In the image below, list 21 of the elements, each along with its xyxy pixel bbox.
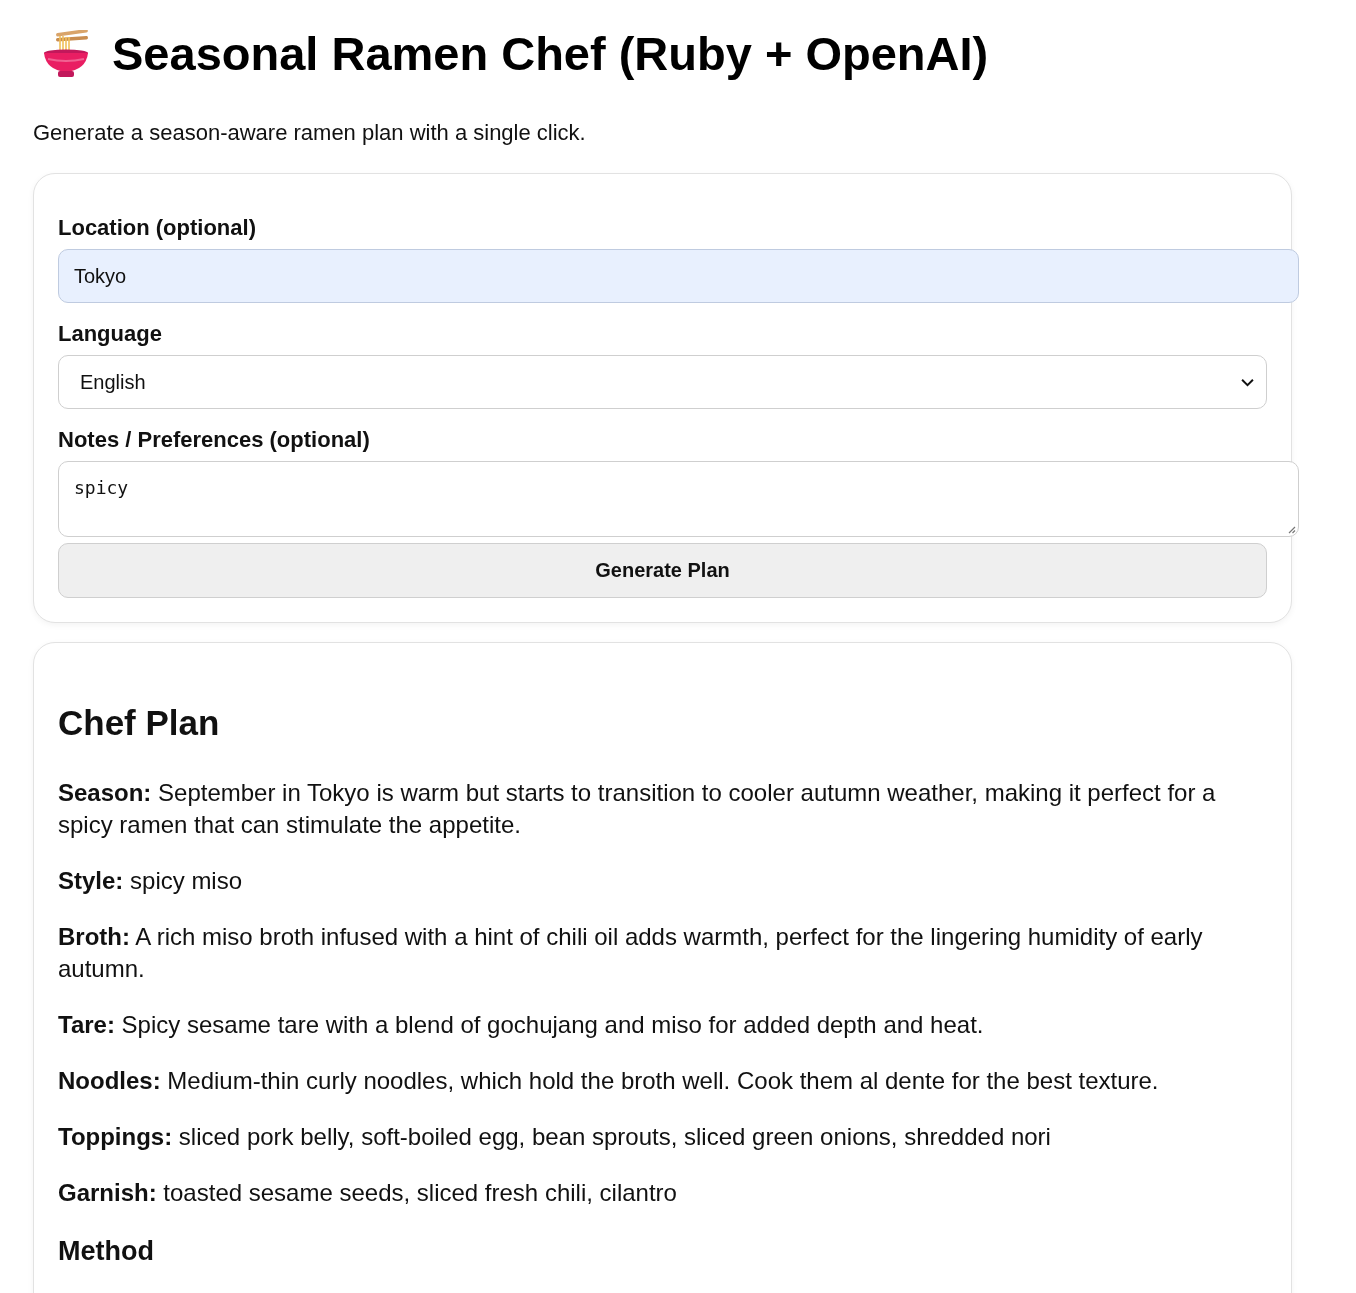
field-label: Notes / Preferences (optional)	[58, 426, 370, 454]
plan-item-text: Style: spicy miso	[58, 866, 244, 896]
resize-grip-icon[interactable]	[1286, 524, 1296, 534]
language-select[interactable]: English	[58, 355, 1267, 409]
page-subtitle: Generate a season-aware ramen plan with a single click.	[33, 119, 586, 147]
field-label: Location (optional)	[58, 214, 256, 242]
plan-item-text: Noodles: Medium-thin curly noodles, which hold the broth well. Cook them al dente for the best texture.	[58, 1066, 1160, 1096]
plan-item-text: Season: September in Tokyo is warm but starts to transition to cooler autumn weather, making it perfect for a spicy ramen that can stimulate the appetite.	[58, 778, 1217, 840]
plan-item-text: Garnish: toasted sesame seeds, sliced fresh chili, cilantro	[58, 1178, 678, 1208]
chevron-down-icon	[1241, 377, 1254, 387]
ramen-bowl-icon	[42, 30, 90, 78]
notes-field[interactable]: spicy	[58, 461, 1299, 537]
method-heading: Method	[58, 1235, 154, 1268]
page-title: Seasonal Ramen Chef (Ruby + OpenAI)	[112, 26, 989, 82]
generate-plan-button[interactable]: Generate Plan	[58, 543, 1267, 598]
location-field[interactable]: Tokyo	[58, 249, 1299, 303]
plan-item-text: Tare: Spicy sesame tare with a blend of gochujang and miso for added depth and heat.	[58, 1010, 985, 1040]
plan-item-text: Broth: A rich miso broth infused with a hint of chili oil adds warmth, perfect for the lingering humidity of early autumn.	[58, 922, 1204, 984]
plan-heading: Chef Plan	[58, 702, 220, 744]
plan-item-text: Toppings: sliced pork belly, soft-boiled egg, bean sprouts, sliced green onions, shredded nori	[58, 1122, 1052, 1152]
field-label: Language	[58, 320, 162, 348]
